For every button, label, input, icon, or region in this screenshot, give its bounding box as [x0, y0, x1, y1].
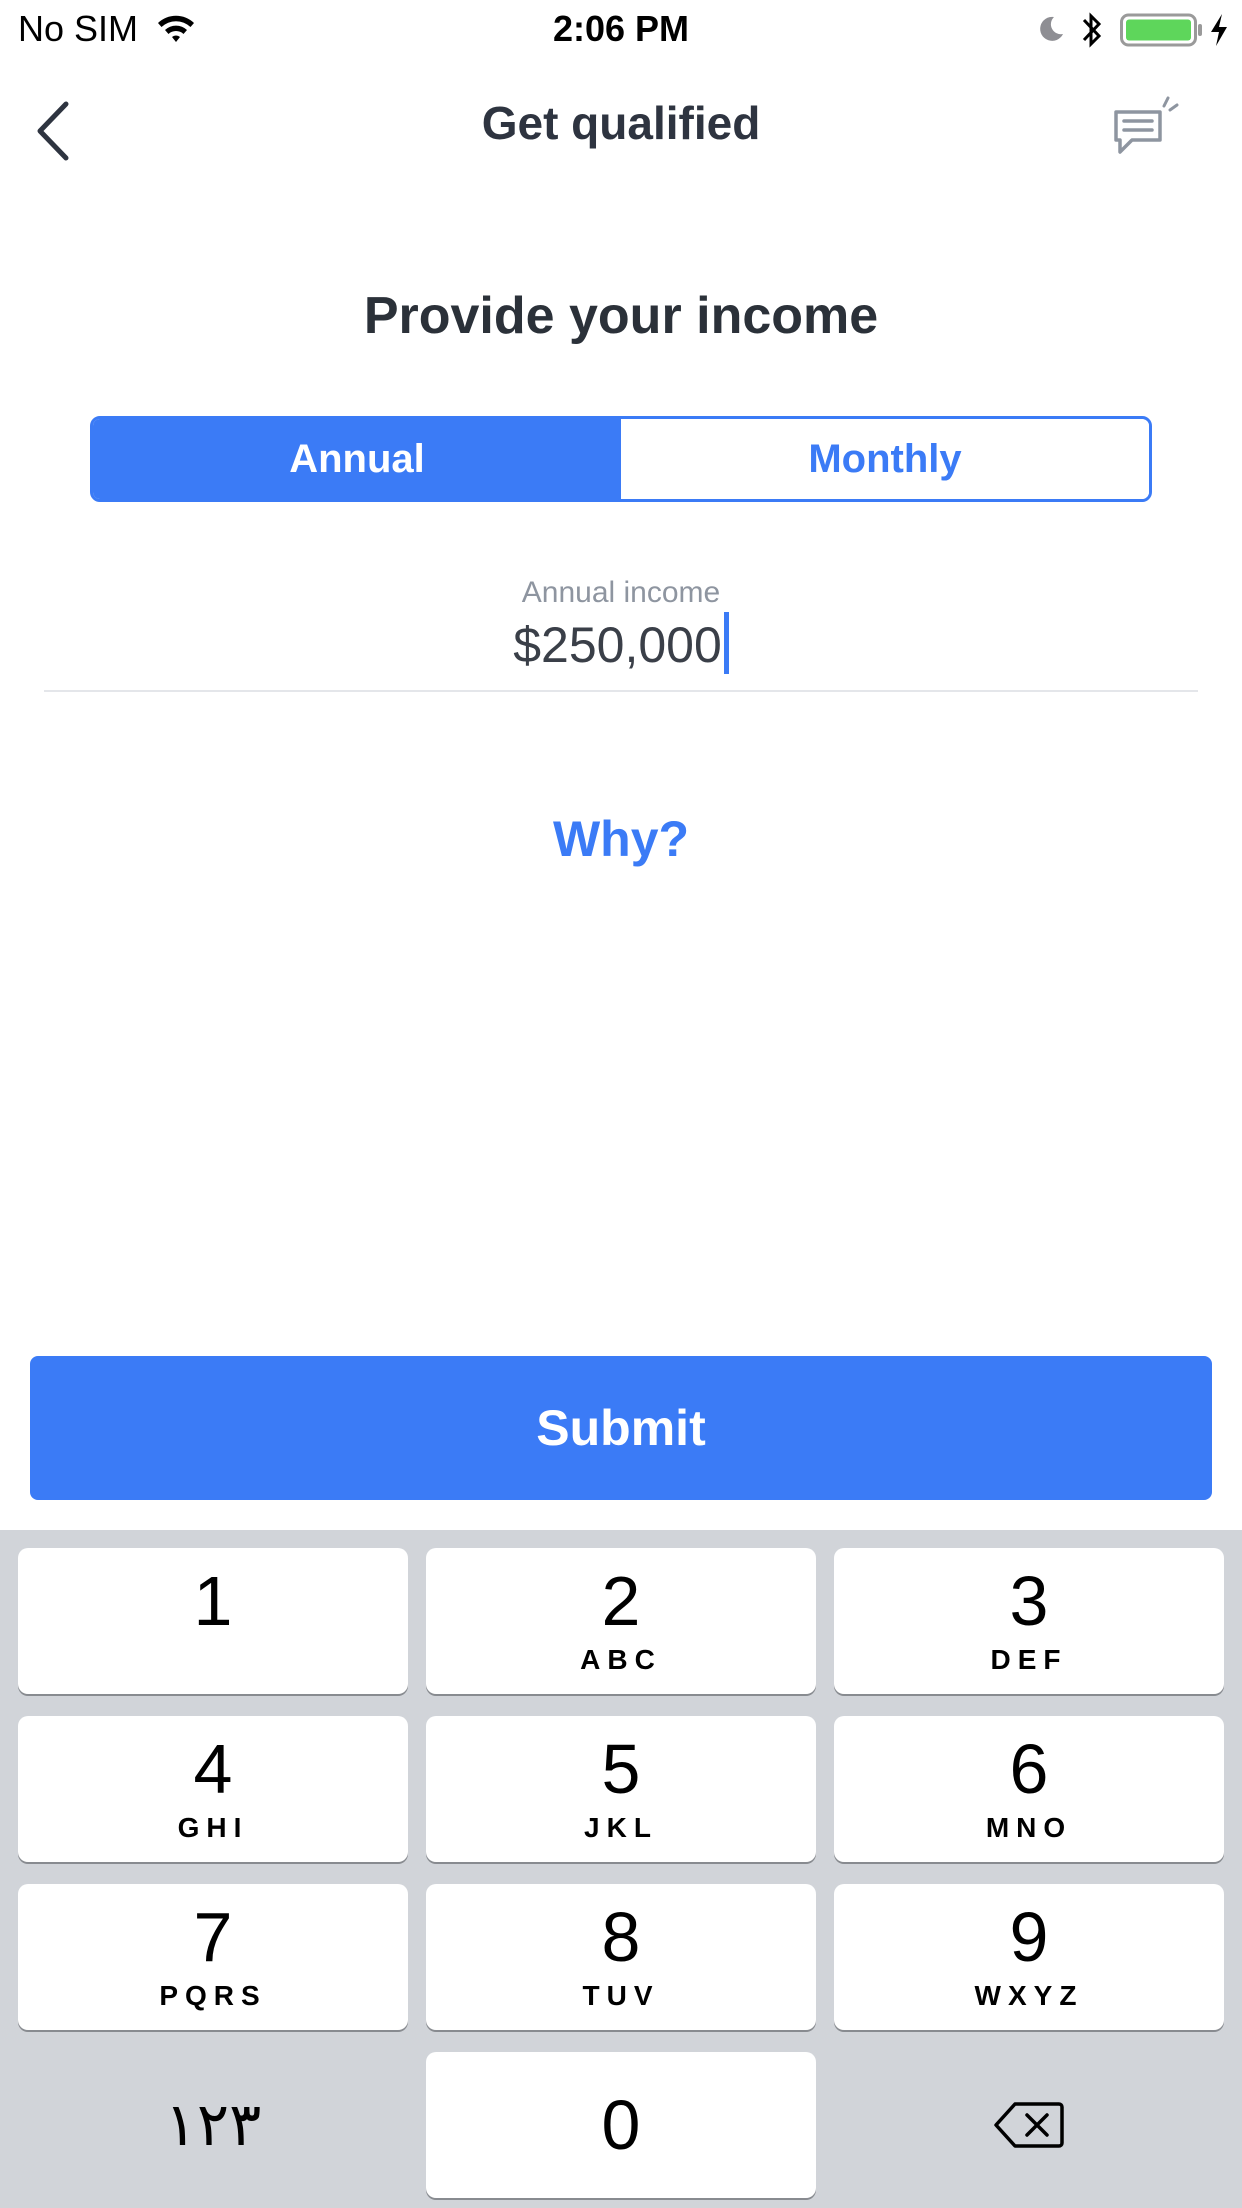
key-6[interactable]: 6 MNO [834, 1716, 1224, 1862]
charging-icon [1211, 14, 1227, 46]
income-input-value[interactable]: $250,000 [513, 617, 722, 673]
key-5[interactable]: 5 JKL [426, 1716, 816, 1862]
section-heading: Provide your income [363, 287, 879, 345]
key-digit: 8 [601, 1898, 641, 1976]
key-1[interactable]: 1 [18, 1548, 408, 1694]
backspace-icon [994, 2102, 1064, 2148]
income-input[interactable]: $250,000 [0, 612, 1242, 674]
key-letters: DEF [990, 1644, 1068, 1675]
key-2[interactable]: 2 ABC [426, 1548, 816, 1694]
key-digit: 5 [601, 1730, 641, 1808]
chat-bubble-icon[interactable] [1110, 90, 1182, 162]
key-0[interactable]: 0 [426, 2052, 816, 2198]
key-letters: ABC [580, 1644, 662, 1675]
numbers-switch-label: ١٢٣ [164, 2091, 262, 2158]
key-7[interactable]: 7 PQRS [18, 1884, 408, 2030]
income-period-segment: Annual Monthly [90, 416, 1152, 502]
key-3[interactable]: 3 DEF [834, 1548, 1224, 1694]
submit-button[interactable]: Submit [30, 1356, 1212, 1500]
key-digit: 3 [1009, 1562, 1049, 1640]
bluetooth-icon [1082, 12, 1102, 48]
segment-monthly[interactable]: Monthly [621, 419, 1149, 499]
key-digit: 4 [193, 1730, 233, 1808]
numbers-switch-key[interactable]: ١٢٣ [18, 2052, 408, 2198]
key-letters: JKL [584, 1812, 658, 1843]
key-9[interactable]: 9 WXYZ [834, 1884, 1224, 2030]
key-letters: TUV [582, 1980, 660, 2011]
key-digit: 2 [601, 1562, 641, 1640]
status-bar: No SIM 2:06 PM [0, 0, 1242, 60]
key-4[interactable]: 4 GHI [18, 1716, 408, 1862]
key-letters: WXYZ [974, 1980, 1084, 2011]
why-link[interactable]: Why? [0, 810, 1242, 868]
delete-key[interactable] [834, 2052, 1224, 2198]
income-field-label: Annual income [521, 576, 721, 609]
text-cursor [723, 612, 729, 674]
key-digit: 9 [1009, 1898, 1049, 1976]
key-letters: PQRS [159, 1980, 267, 2011]
battery-icon [1120, 13, 1202, 47]
key-8[interactable]: 8 TUV [426, 1884, 816, 2030]
moon-icon [1040, 16, 1063, 41]
segment-annual[interactable]: Annual [93, 419, 621, 499]
key-letters: GHI [177, 1812, 249, 1843]
key-digit: 0 [601, 2086, 641, 2164]
field-underline [44, 690, 1198, 692]
key-digit: 1 [193, 1562, 233, 1640]
numeric-keyboard: 1 2 ABC 3 DEF 4 GHI 5 JKL 6 MNO 7 PQRS 8… [0, 1530, 1242, 2208]
key-digit: 6 [1009, 1730, 1049, 1808]
key-letters: MNO [985, 1812, 1073, 1843]
key-digit: 7 [193, 1898, 233, 1976]
page-title: Get qualified [481, 97, 761, 149]
